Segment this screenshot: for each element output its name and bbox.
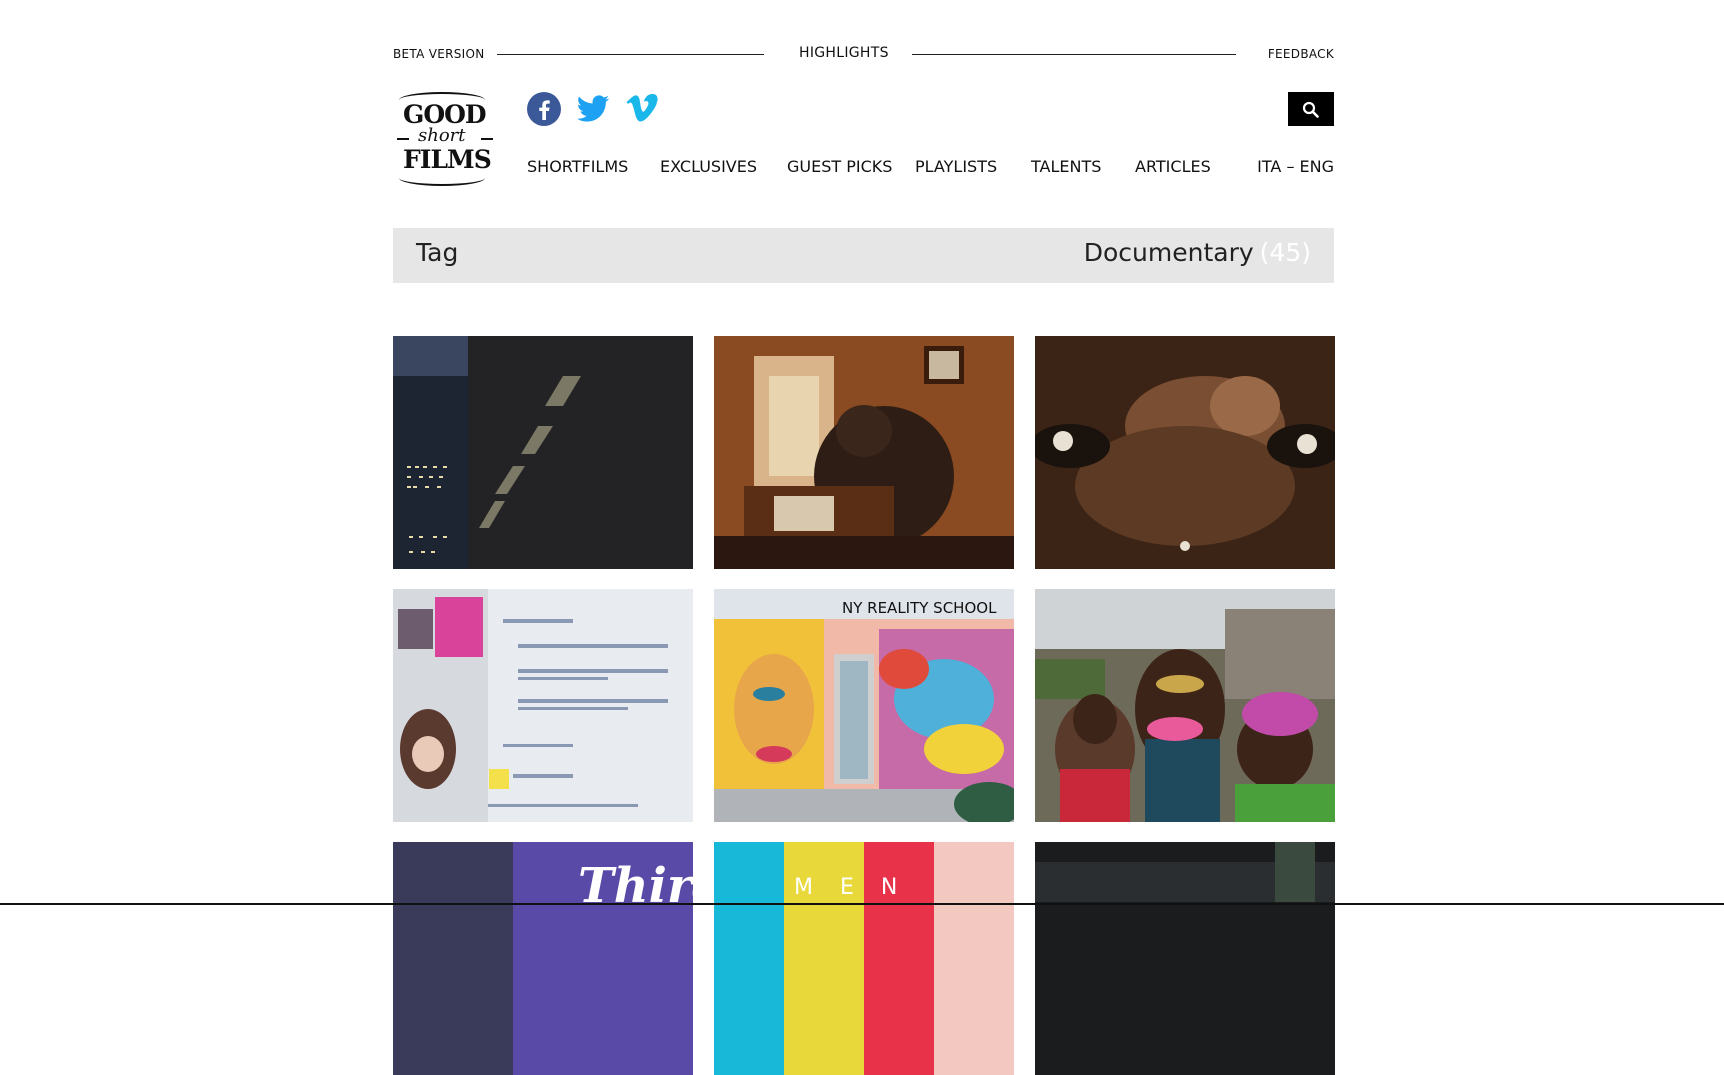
site-logo[interactable]: GOOD short FILMS <box>393 90 495 186</box>
nav-item-exclusives[interactable]: EXCLUSIVES <box>660 157 757 176</box>
tag-title: Documentary (45) <box>1084 238 1311 267</box>
logo-dash <box>397 138 409 140</box>
beta-version-label: BETA VERSION <box>393 47 485 61</box>
nav-item-guest-picks[interactable]: GUEST PICKS <box>787 157 892 176</box>
nav-item-talents[interactable]: TALENTS <box>1031 157 1101 176</box>
page-container: BETA VERSION HIGHLIGHTS FEEDBACK GOOD sh… <box>393 0 1335 1075</box>
facebook-icon[interactable] <box>527 92 561 126</box>
tag-header: Tag Documentary (45) <box>393 228 1334 283</box>
film-thumbnail[interactable] <box>1035 589 1335 822</box>
thumbnail-image <box>393 589 693 822</box>
logo-text-short: short <box>418 125 466 146</box>
film-thumbnail[interactable] <box>393 589 693 822</box>
thumbnail-image: Third <box>393 842 693 1075</box>
feedback-link[interactable]: FEEDBACK <box>1268 47 1334 61</box>
language-switcher[interactable]: ITA – ENG <box>1257 157 1334 176</box>
nav-item-playlists[interactable]: PLAYLISTS <box>915 157 997 176</box>
thumbnail-image <box>1035 842 1335 1075</box>
highlights-link[interactable]: HIGHLIGHTS <box>799 45 889 61</box>
film-thumbnail[interactable]: M E N <box>714 842 1014 1075</box>
thumbnail-caption: NY REALITY SCHOOL <box>842 599 997 617</box>
divider-line <box>912 54 1236 55</box>
thumbnail-image: M E N <box>714 842 1014 1075</box>
search-button[interactable] <box>1288 92 1334 126</box>
film-thumbnail[interactable] <box>393 336 693 569</box>
divider-line <box>497 54 764 55</box>
main-nav: SHORTFILMS EXCLUSIVES GUEST PICKS PLAYLI… <box>527 157 1334 179</box>
top-bar: BETA VERSION HIGHLIGHTS FEEDBACK <box>393 44 1334 64</box>
tag-label: Tag <box>416 238 459 267</box>
thumbnail-image <box>1035 589 1335 822</box>
thumbnail-image: NY REALITY SCHOOL <box>714 589 1014 822</box>
tag-count: (45) <box>1259 238 1311 267</box>
film-thumbnail[interactable] <box>1035 336 1335 569</box>
tag-name: Documentary <box>1083 238 1254 267</box>
thumbnail-image <box>714 336 1014 569</box>
nav-item-articles[interactable]: ARTICLES <box>1135 157 1211 176</box>
thumbnail-caption: Third <box>578 858 693 914</box>
vimeo-icon[interactable] <box>625 92 659 126</box>
logo-dash <box>481 138 493 140</box>
twitter-icon[interactable] <box>575 92 611 126</box>
search-icon <box>1302 101 1319 118</box>
film-thumbnail[interactable]: NY REALITY SCHOOL <box>714 589 1014 822</box>
thumbnail-caption: M E N <box>794 875 907 900</box>
film-thumbnail[interactable] <box>714 336 1014 569</box>
film-thumbnail[interactable]: Third <box>393 842 693 1075</box>
logo-arc-bottom <box>399 170 485 186</box>
thumbnail-image <box>1035 336 1335 569</box>
nav-item-shortfilms[interactable]: SHORTFILMS <box>527 157 628 176</box>
film-thumbnail[interactable] <box>1035 842 1335 1075</box>
thumbnail-image <box>393 336 693 569</box>
